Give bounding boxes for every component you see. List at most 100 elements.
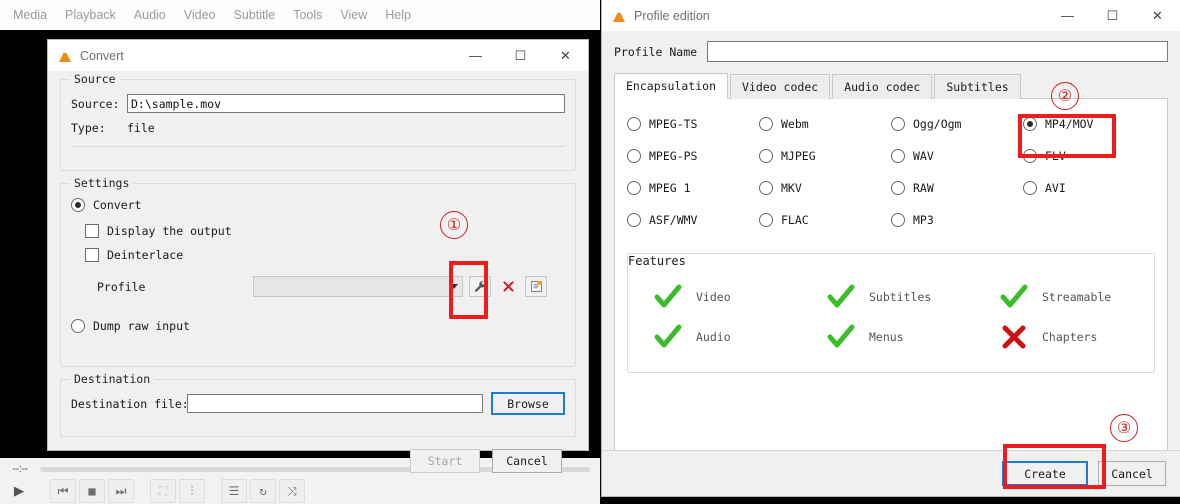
encapsulation-raw[interactable]: RAW	[891, 181, 1023, 195]
deinterlace-label: Deinterlace	[107, 248, 184, 262]
profile-row: Profile	[97, 276, 565, 297]
radio-flac[interactable]	[759, 213, 773, 227]
convert-radio[interactable]	[71, 198, 85, 212]
radio-asf-wmv[interactable]	[627, 213, 641, 227]
menu-item-media[interactable]: Media	[4, 5, 56, 25]
encapsulation-mpeg-ps[interactable]: MPEG-PS	[627, 149, 759, 163]
profile-minimize-button[interactable]: —	[1045, 0, 1090, 31]
profile-delete-button[interactable]	[497, 276, 519, 297]
encapsulation-avi[interactable]: AVI	[1023, 181, 1155, 195]
label-raw: RAW	[913, 181, 934, 195]
radio-avi[interactable]	[1023, 181, 1037, 195]
convert-minimize-button[interactable]: —	[453, 40, 498, 71]
extended-settings-button[interactable]: ⫶	[179, 479, 205, 503]
radio-mjpeg[interactable]	[759, 149, 773, 163]
radio-ogg-ogm[interactable]	[891, 117, 905, 131]
profile-close-button[interactable]: ✕	[1135, 0, 1180, 31]
display-output-checkbox[interactable]	[85, 224, 99, 238]
profile-body: Profile Name Encapsulation Video codec A…	[602, 31, 1180, 496]
radio-mpeg-ps[interactable]	[627, 149, 641, 163]
encapsulation-flv[interactable]: FLV	[1023, 149, 1155, 163]
menu-item-view[interactable]: View	[331, 5, 376, 25]
menu-item-video[interactable]: Video	[175, 5, 225, 25]
convert-maximize-button[interactable]: ☐	[498, 40, 543, 71]
profile-edit-wrench-button[interactable]	[469, 276, 491, 297]
radio-flv[interactable]	[1023, 149, 1037, 163]
radio-mkv[interactable]	[759, 181, 773, 195]
playlist-button[interactable]: ☰	[221, 479, 247, 503]
menu-item-help[interactable]: Help	[376, 5, 420, 25]
radio-wav[interactable]	[891, 149, 905, 163]
start-button[interactable]: Start	[410, 449, 480, 473]
create-button[interactable]: Create	[1002, 461, 1088, 486]
features-grid: Video Subtitles Streamable Audio Menus C…	[628, 268, 1154, 350]
tab-subtitles[interactable]: Subtitles	[934, 74, 1021, 99]
radio-webm[interactable]	[759, 117, 773, 131]
profile-new-button[interactable]	[525, 276, 547, 297]
feature-audio: Audio	[654, 324, 827, 350]
encapsulation-asf-wmv[interactable]: ASF/WMV	[627, 213, 759, 227]
convert-close-button[interactable]: ✕	[543, 40, 588, 71]
dump-raw-radio[interactable]	[71, 319, 85, 333]
dump-raw-row[interactable]: Dump raw input	[71, 319, 565, 333]
convert-body: Source Source: D:\sample.mov Type: file …	[48, 71, 588, 473]
encapsulation-mp3[interactable]: MP3	[891, 213, 1023, 227]
convert-cancel-button[interactable]: Cancel	[492, 449, 562, 473]
cross-icon	[1002, 325, 1026, 349]
source-path-row: Source: D:\sample.mov	[71, 94, 565, 113]
radio-mpeg-ts[interactable]	[627, 117, 641, 131]
previous-button[interactable]: ⏮	[50, 479, 76, 503]
play-button[interactable]: ▶	[4, 479, 34, 503]
label-mpeg-1: MPEG 1	[649, 181, 691, 195]
loop-button[interactable]: ↻	[250, 479, 276, 503]
label-webm: Webm	[781, 117, 809, 131]
encapsulation-mp4-mov[interactable]: MP4/MOV	[1023, 117, 1155, 131]
encapsulation-mpeg-1[interactable]: MPEG 1	[627, 181, 759, 195]
next-button[interactable]: ⏭	[108, 479, 134, 503]
encapsulation-flac[interactable]: FLAC	[759, 213, 891, 227]
encapsulation-wav[interactable]: WAV	[891, 149, 1023, 163]
menu-item-tools[interactable]: Tools	[284, 5, 331, 25]
source-label: Source:	[71, 96, 120, 111]
label-flv: FLV	[1045, 149, 1066, 163]
convert-radio-row[interactable]: Convert	[71, 198, 565, 212]
deinterlace-checkbox[interactable]	[85, 248, 99, 262]
stop-button[interactable]: ■	[79, 479, 105, 503]
menu-item-subtitle[interactable]: Subtitle	[225, 5, 285, 25]
feature-chapters: Chapters	[1000, 324, 1154, 350]
label-asf-wmv: ASF/WMV	[649, 213, 698, 227]
radio-raw[interactable]	[891, 181, 905, 195]
tab-encapsulation[interactable]: Encapsulation	[614, 73, 729, 99]
browse-button[interactable]: Browse	[491, 392, 565, 415]
profile-name-input[interactable]	[707, 41, 1168, 62]
settings-group-legend: Settings	[70, 176, 134, 190]
profile-combobox[interactable]	[253, 276, 463, 297]
display-output-row[interactable]: Display the output	[85, 224, 565, 238]
shuffle-button[interactable]: ⤨	[279, 479, 305, 503]
encapsulation-webm[interactable]: Webm	[759, 117, 891, 131]
deinterlace-row[interactable]: Deinterlace	[85, 248, 565, 262]
encapsulation-ogg-ogm[interactable]: Ogg/Ogm	[891, 117, 1023, 131]
radio-mp4-mov[interactable]	[1023, 117, 1037, 131]
radio-mp3[interactable]	[891, 213, 905, 227]
settings-group: Settings Convert Display the output Dein…	[60, 176, 576, 367]
encapsulation-mpeg-ts[interactable]: MPEG-TS	[627, 117, 759, 131]
encapsulation-mjpeg[interactable]: MJPEG	[759, 149, 891, 163]
tab-audio-codec[interactable]: Audio codec	[832, 74, 933, 99]
transport-controls: ▶ ⏮ ■ ⏭ ⛶ ⫶ ☰ ↻ ⤨	[0, 478, 600, 504]
profile-maximize-button[interactable]: ☐	[1090, 0, 1135, 31]
profile-window-buttons: — ☐ ✕	[1045, 0, 1180, 31]
radio-mpeg-1[interactable]	[627, 181, 641, 195]
source-path-input[interactable]: D:\sample.mov	[127, 94, 565, 113]
vlc-cone-icon	[58, 48, 72, 63]
encapsulation-mkv[interactable]: MKV	[759, 181, 891, 195]
features-group: Features Video Subtitles Streamable Audi…	[627, 253, 1155, 373]
menu-item-audio[interactable]: Audio	[125, 5, 175, 25]
fullscreen-button[interactable]: ⛶	[150, 479, 176, 503]
destination-file-input[interactable]	[187, 394, 483, 413]
menu-item-playback[interactable]: Playback	[56, 5, 125, 25]
profile-cancel-button[interactable]: Cancel	[1098, 461, 1166, 486]
destination-file-label: Destination file:	[71, 396, 189, 411]
tab-video-codec[interactable]: Video codec	[730, 74, 831, 99]
check-icon	[654, 284, 682, 308]
